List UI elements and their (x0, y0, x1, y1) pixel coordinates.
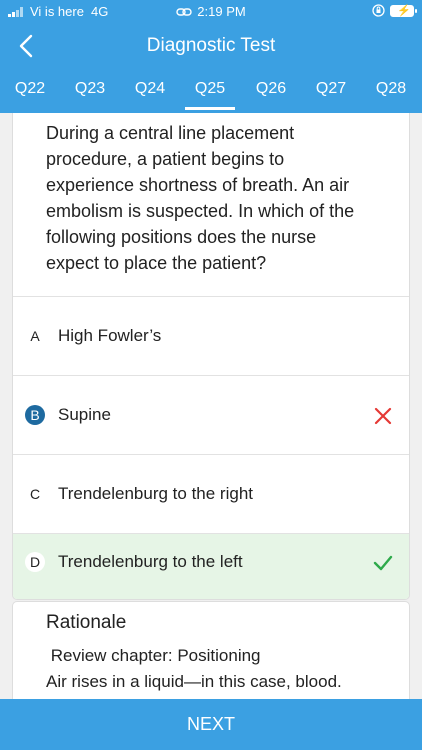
option-label: Trendelenburg to the right (58, 484, 253, 503)
rationale-line: Review chapter: Positioning (46, 646, 261, 665)
tab-q25[interactable]: Q25 (185, 80, 235, 110)
page-title: Diagnostic Test (146, 35, 276, 56)
option-letter-selected: B (25, 405, 45, 425)
next-button[interactable]: NEXT (0, 699, 422, 750)
tab-q22[interactable]: Q22 (5, 80, 55, 98)
rationale-line: Air rises in a liquid—in this case, bloo… (46, 672, 342, 691)
option-letter: D (25, 552, 45, 572)
rotation-lock-icon (372, 4, 385, 17)
option-a[interactable]: A High Fowler’s (13, 296, 409, 375)
correct-check-icon (373, 555, 393, 571)
tab-q24[interactable]: Q24 (125, 80, 175, 98)
question-line: procedure, a patient begins to (46, 149, 285, 169)
question-line: embolism is suspected. In which of the (46, 201, 355, 221)
tab-q28[interactable]: Q28 (366, 80, 416, 98)
tab-q27[interactable]: Q27 (306, 80, 356, 98)
question-tabs: Q22 Q23 Q24 Q25 Q26 Q27 Q28 (0, 80, 422, 112)
question-line: During a central line placement (46, 123, 295, 143)
status-right: ⚡ (372, 4, 417, 17)
status-center: 2:19 PM (0, 4, 422, 20)
rationale-panel: Rationale Review chapter: Positioning Ai… (12, 601, 410, 711)
option-label: Trendelenburg to the left (58, 552, 243, 571)
header: Vi is here 4G 2:19 PM ⚡ Diagnostic Test … (0, 0, 422, 113)
option-letter: A (25, 326, 45, 346)
question-line: expect to place the patient? (46, 253, 267, 273)
tab-q23[interactable]: Q23 (65, 80, 115, 98)
option-c[interactable]: C Trendelenburg to the right (13, 454, 409, 533)
tab-q26[interactable]: Q26 (246, 80, 296, 98)
question-card: During a central line placement procedur… (12, 113, 410, 600)
rationale-title: Rationale (46, 612, 127, 633)
question-text: During a central line placement procedur… (46, 120, 396, 276)
link-icon (176, 7, 192, 16)
question-line: experience shortness of breath. An air (46, 175, 350, 195)
option-letter: C (25, 484, 45, 504)
title-bar: Diagnostic Test (0, 26, 422, 66)
status-bar: Vi is here 4G 2:19 PM ⚡ (0, 0, 422, 24)
wrong-x-icon (374, 407, 392, 425)
question-line: following positions does the nurse (46, 227, 317, 247)
option-label: Supine (58, 405, 111, 424)
status-time: 2:19 PM (197, 4, 246, 19)
option-label: High Fowler’s (58, 326, 162, 345)
option-d[interactable]: D Trendelenburg to the left (13, 533, 409, 599)
option-b[interactable]: B Supine (13, 375, 409, 454)
battery-icon: ⚡ (390, 4, 417, 17)
